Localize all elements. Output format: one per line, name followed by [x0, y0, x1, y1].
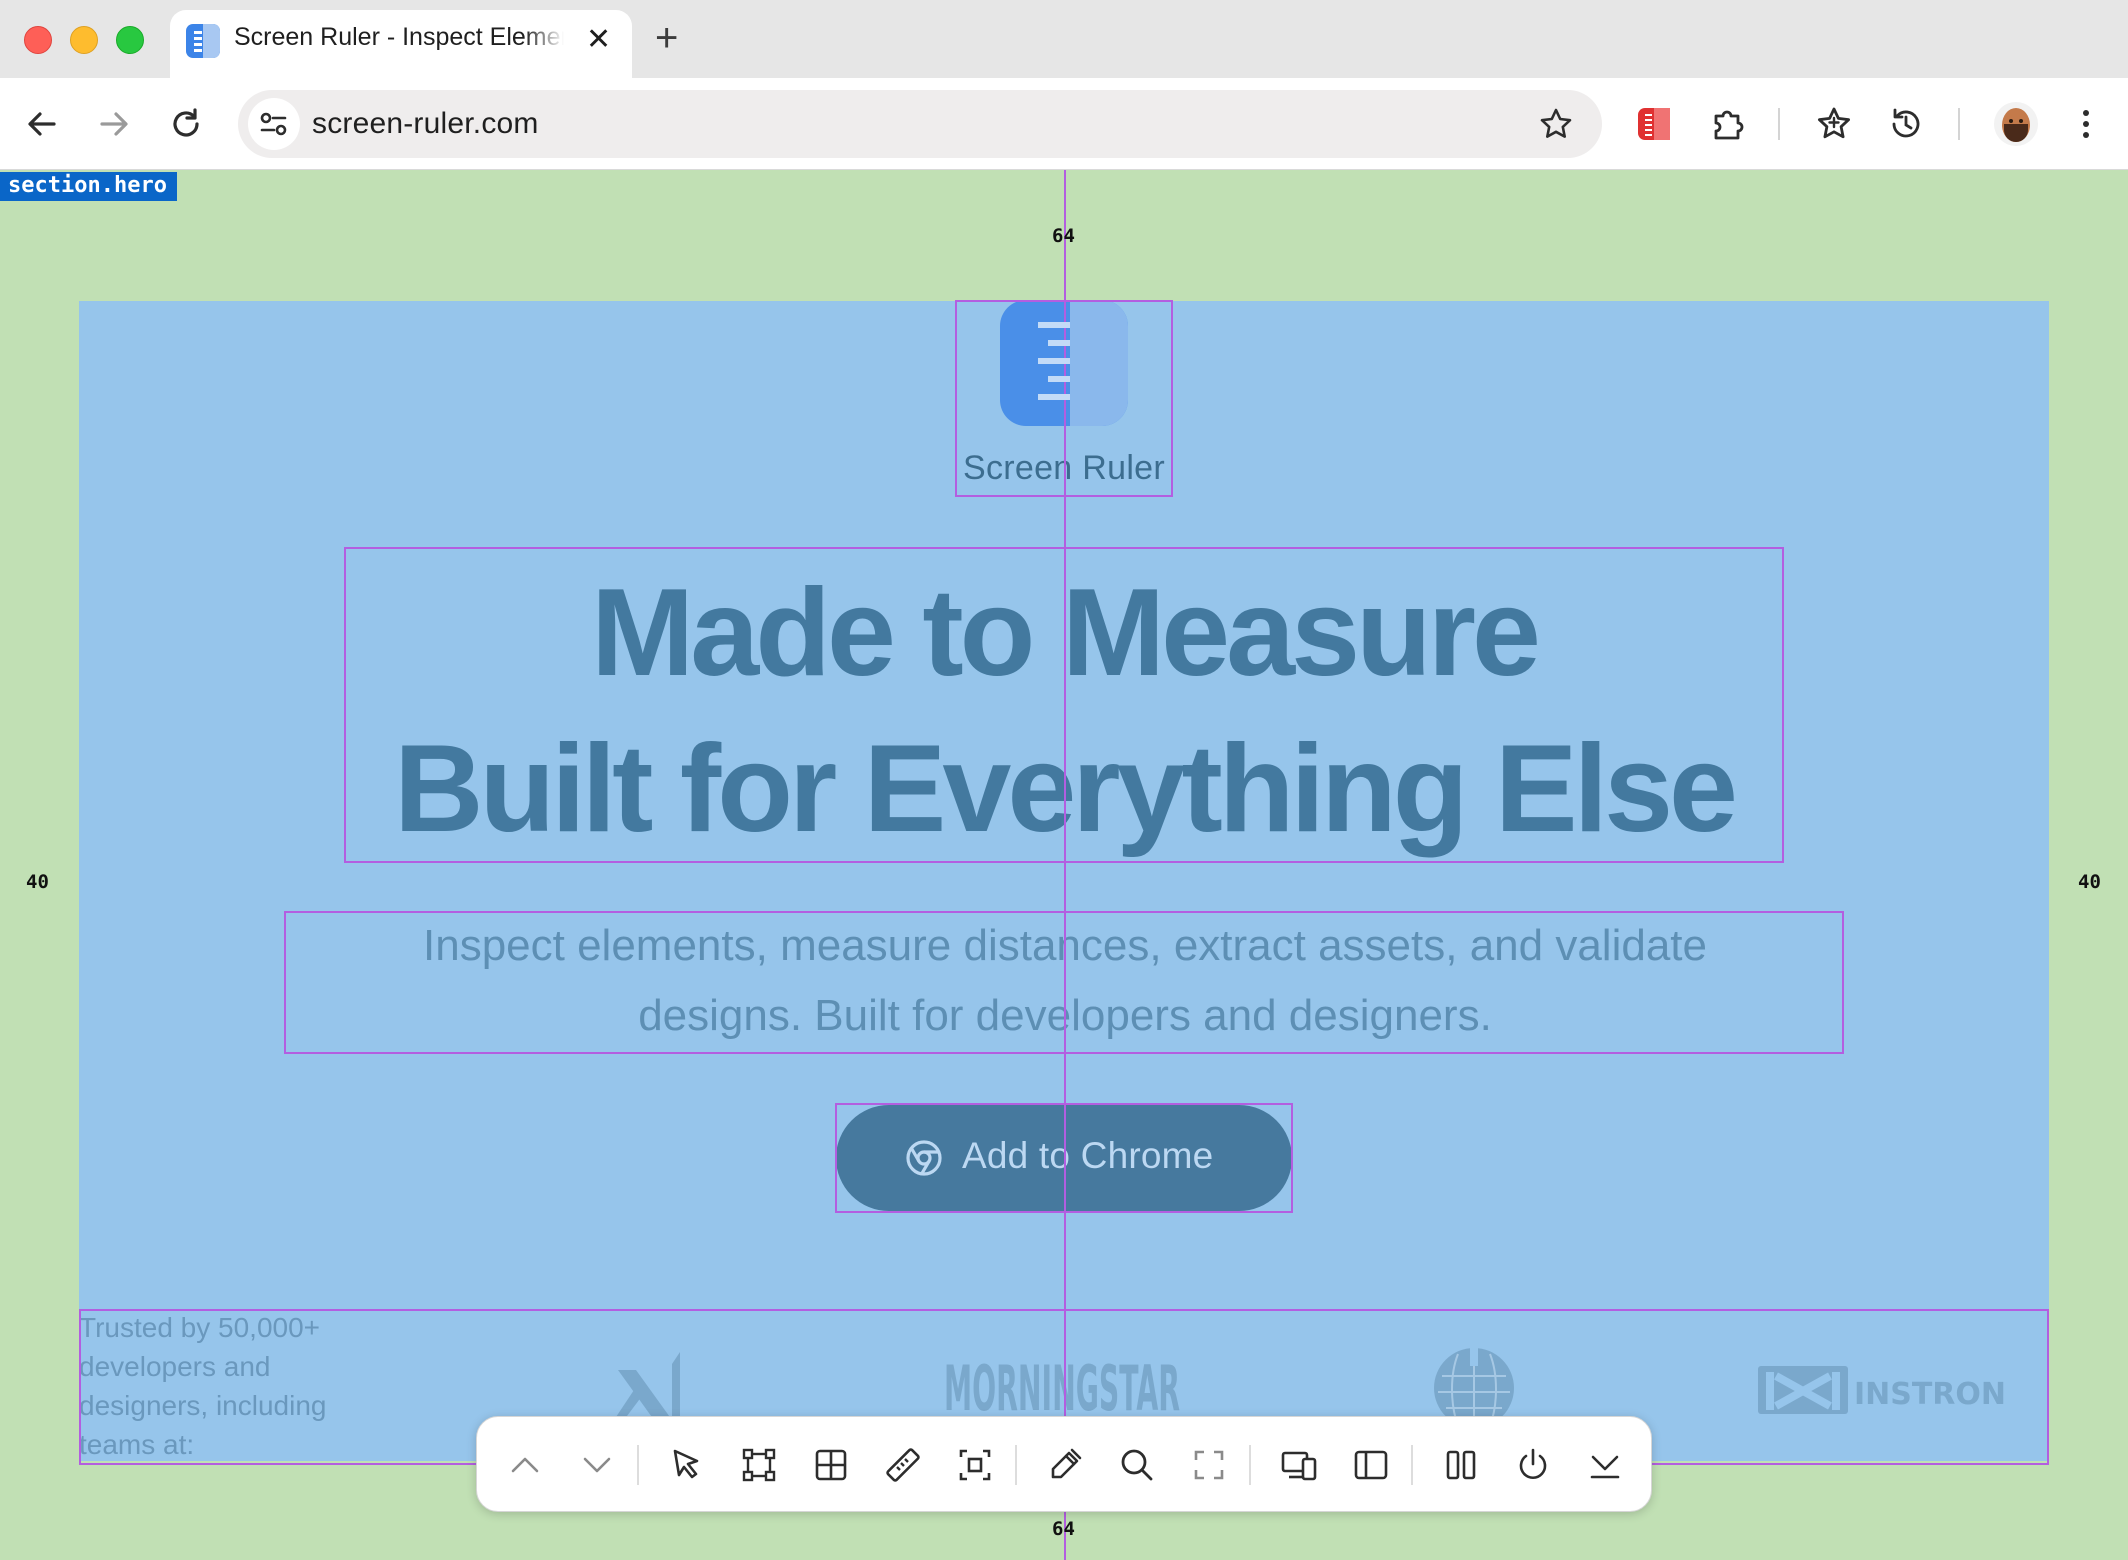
- url-text[interactable]: screen-ruler.com: [312, 107, 539, 141]
- devices-icon[interactable]: [1279, 1445, 1319, 1485]
- ruler-icon[interactable]: [883, 1445, 923, 1485]
- grid-icon[interactable]: [811, 1445, 851, 1485]
- screen-ruler-favicon-icon: [186, 24, 220, 58]
- minimize-window-button[interactable]: [70, 26, 98, 54]
- new-tab-button[interactable]: +: [655, 16, 678, 60]
- close-window-button[interactable]: [24, 26, 52, 54]
- history-icon[interactable]: [1886, 104, 1926, 144]
- reload-button[interactable]: [166, 104, 206, 144]
- margin-top-value: 64: [1052, 225, 1075, 247]
- toolbar-separator: [1249, 1445, 1251, 1485]
- address-bar[interactable]: screen-ruler.com: [238, 90, 1602, 158]
- magnifier-icon[interactable]: [1117, 1445, 1157, 1485]
- bookmarks-star-icon[interactable]: [1814, 104, 1854, 144]
- toolbar-separator: [1411, 1445, 1413, 1485]
- screen-ruler-toolbar: [476, 1416, 1652, 1512]
- subtext-outline-box: [284, 911, 1844, 1054]
- reload-icon: [173, 108, 199, 137]
- arrow-right-icon: [100, 112, 128, 136]
- power-icon[interactable]: [1513, 1445, 1553, 1485]
- cta-outline-box: [835, 1103, 1293, 1213]
- page-viewport: section.hero Screen Ruler Made to Measur…: [0, 170, 2128, 1560]
- margin-right-value: 40: [2078, 871, 2101, 893]
- chevron-down-icon[interactable]: [577, 1445, 617, 1485]
- tab-strip: Screen Ruler - Inspect Elements ✕ +: [0, 0, 2128, 78]
- profile-avatar[interactable]: [1994, 102, 2038, 146]
- pointer-icon[interactable]: [667, 1445, 707, 1485]
- tab-close-icon[interactable]: ✕: [586, 22, 611, 58]
- toolbar-separator: [637, 1445, 639, 1485]
- maximize-window-button[interactable]: [116, 26, 144, 54]
- menu-kebab-icon[interactable]: [2066, 104, 2106, 144]
- fullscreen-icon[interactable]: [1189, 1445, 1229, 1485]
- screen-ruler-extension-icon[interactable]: [1634, 104, 1674, 144]
- headline-outline-box: [344, 547, 1784, 863]
- margin-bottom-value: 64: [1052, 1518, 1075, 1540]
- toolbar-separator: [1958, 108, 1960, 140]
- bounding-box-icon[interactable]: [739, 1445, 779, 1485]
- dashed-select-icon[interactable]: [955, 1445, 995, 1485]
- selected-element-label: section.hero: [0, 172, 177, 201]
- active-tab[interactable]: Screen Ruler - Inspect Elements ✕: [170, 10, 632, 78]
- arrow-left-icon: [28, 112, 56, 136]
- sidebar-icon[interactable]: [1351, 1445, 1391, 1485]
- forward-button[interactable]: [94, 104, 134, 144]
- browser-toolbar: screen-ruler.com: [0, 78, 2128, 170]
- eyedropper-icon[interactable]: [1045, 1445, 1085, 1485]
- chevron-up-icon[interactable]: [505, 1445, 545, 1485]
- tab-title: Screen Ruler - Inspect Elements: [234, 23, 564, 51]
- bookmark-star-icon[interactable]: [1538, 106, 1574, 142]
- back-button[interactable]: [22, 104, 62, 144]
- margin-left-value: 40: [26, 871, 49, 893]
- extensions-puzzle-icon[interactable]: [1708, 104, 1748, 144]
- toolbar-separator: [1015, 1445, 1017, 1485]
- columns-icon[interactable]: [1441, 1445, 1481, 1485]
- collapse-icon[interactable]: [1585, 1445, 1625, 1485]
- site-settings-icon[interactable]: [248, 98, 300, 150]
- toolbar-separator: [1778, 108, 1780, 140]
